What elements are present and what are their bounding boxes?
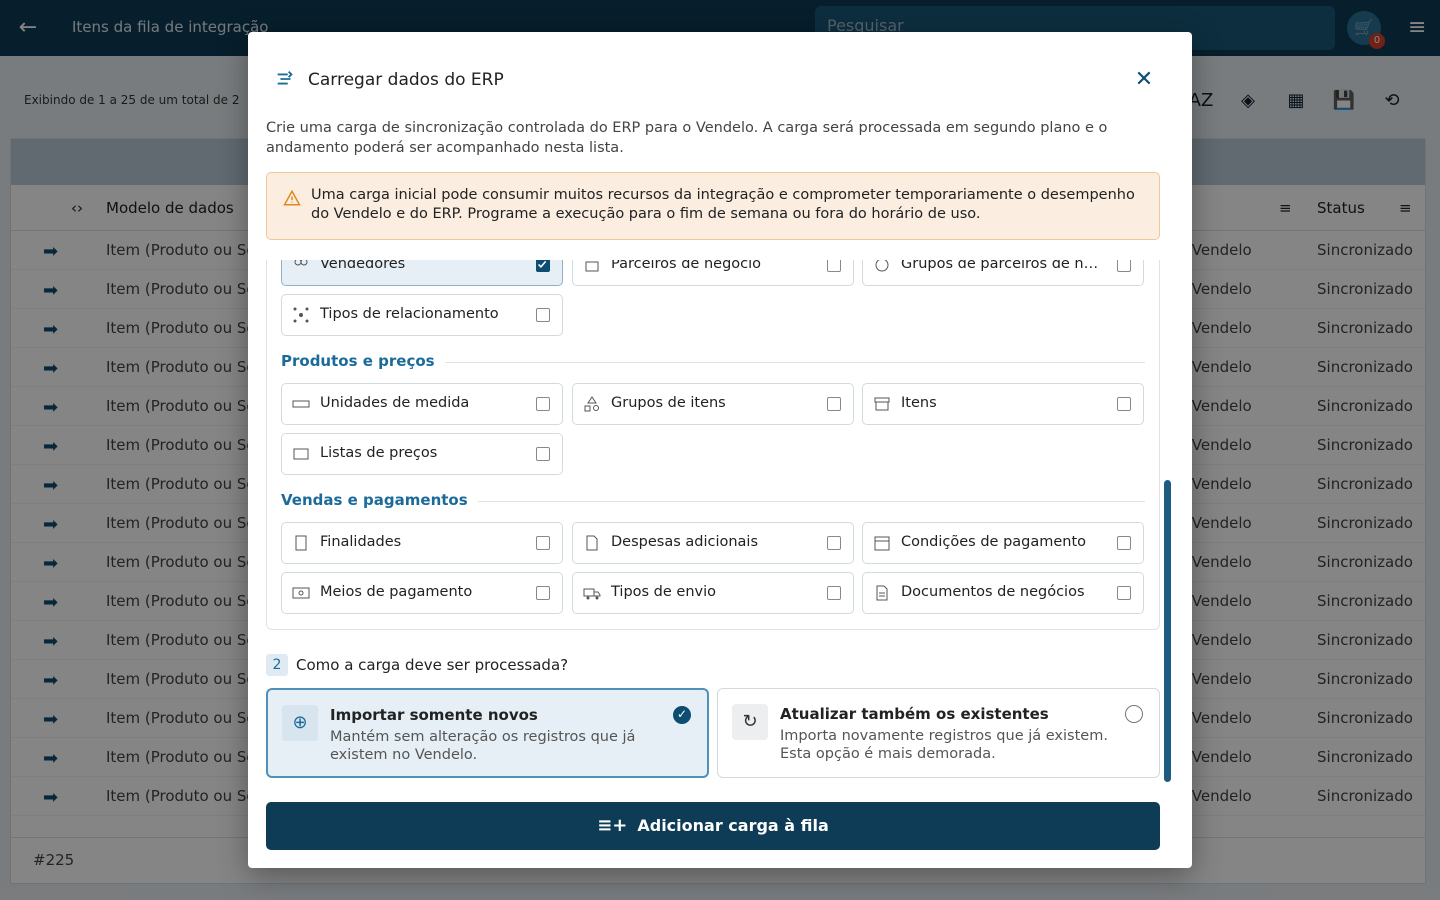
checkbox[interactable]: [1117, 586, 1131, 600]
checkbox[interactable]: [1117, 260, 1131, 272]
checkbox[interactable]: [1117, 397, 1131, 411]
option-label: Vendedores: [320, 260, 406, 272]
mode-description: Mantém sem alteração os registros que já…: [330, 729, 636, 763]
model-selection-panel: Vendedores Parceiros de negócio Grupos d…: [266, 260, 1160, 630]
option-parceiros[interactable]: Parceiros de negócio: [572, 260, 854, 286]
document-icon: [873, 584, 891, 602]
option-label: Despesas adicionais: [611, 534, 759, 550]
checkbox[interactable]: [827, 397, 841, 411]
radio-unselected[interactable]: [1125, 705, 1143, 723]
add-button-label: Adicionar carga à fila: [637, 816, 829, 835]
option-finalidades[interactable]: Finalidades: [281, 522, 563, 564]
checkbox[interactable]: [536, 308, 550, 322]
option-label: Meios de pagamento: [320, 584, 473, 600]
dialog-title: Carregar dados do ERP: [308, 70, 504, 90]
archive-icon: [873, 395, 891, 413]
mode-title: Atualizar também os existentes: [780, 705, 1049, 723]
add-to-queue-button[interactable]: ≡+ Adicionar carga à fila: [266, 802, 1160, 850]
option-label: Tipos de envio: [611, 584, 717, 600]
refresh-icon: ↻: [732, 704, 768, 740]
invoice-icon: [583, 534, 601, 552]
option-unidades-medida[interactable]: Unidades de medida: [281, 383, 563, 425]
load-erp-dialog: Carregar dados do ERP ✕ Crie uma carga d…: [248, 32, 1192, 868]
checkbox[interactable]: [536, 397, 550, 411]
section-title-products: Produtos e preços: [281, 352, 445, 370]
receipt-icon: [292, 534, 310, 552]
warning-icon: [283, 189, 301, 206]
checkbox[interactable]: [1117, 536, 1131, 550]
playlist-add-icon: ≡+: [597, 815, 628, 836]
checkbox[interactable]: [536, 586, 550, 600]
group-icon: [873, 260, 891, 274]
shapes-icon: [583, 395, 601, 413]
option-itens[interactable]: Itens: [862, 383, 1144, 425]
checkbox[interactable]: [536, 447, 550, 461]
option-despesas-adicionais[interactable]: Despesas adicionais: [572, 522, 854, 564]
option-condicoes-pagamento[interactable]: Condições de pagamento: [862, 522, 1144, 564]
option-label: Unidades de medida: [320, 395, 470, 411]
option-tipos-relacionamento[interactable]: Tipos de relacionamento: [281, 294, 563, 336]
radio-selected[interactable]: ✓: [673, 706, 691, 724]
close-icon[interactable]: ✕: [1132, 68, 1156, 92]
mode-description: Importa novamente registros que já exist…: [780, 728, 1108, 762]
option-tipos-envio[interactable]: Tipos de envio: [572, 572, 854, 614]
option-label: Grupos de itens: [611, 395, 726, 411]
checkbox[interactable]: [536, 260, 550, 272]
option-grupos-parceiros[interactable]: Grupos de parceiros de ne...: [862, 260, 1144, 286]
option-label: Grupos de parceiros de ne...: [901, 260, 1101, 272]
option-label: Itens: [901, 395, 937, 411]
calendar-icon: [873, 534, 891, 552]
sync-load-icon: [277, 71, 293, 85]
option-label: Finalidades: [320, 534, 402, 550]
mode-import-new[interactable]: ⊕ Importar somente novos Mantém sem alte…: [266, 688, 709, 778]
plus-circle-icon: ⊕: [282, 705, 318, 741]
checkbox[interactable]: [536, 536, 550, 550]
checkbox[interactable]: [827, 586, 841, 600]
users-icon: [292, 260, 310, 274]
checkbox[interactable]: [827, 536, 841, 550]
checkbox[interactable]: [827, 260, 841, 272]
option-grupos-itens[interactable]: Grupos de itens: [572, 383, 854, 425]
option-listas-precos[interactable]: Listas de preços: [281, 433, 563, 475]
option-vendedores[interactable]: Vendedores: [281, 260, 563, 286]
price-tag-icon: [292, 445, 310, 463]
dialog-description: Crie uma carga de sincronização controla…: [266, 120, 1108, 156]
warning-box: Uma carga inicial pode consumir muitos r…: [266, 172, 1160, 240]
truck-icon: [583, 584, 601, 602]
scrollbar[interactable]: [1164, 480, 1171, 782]
warning-text: Uma carga inicial pode consumir muitos r…: [311, 187, 1135, 222]
option-label: Listas de preços: [320, 445, 438, 461]
network-icon: [292, 306, 310, 324]
store-icon: [583, 260, 601, 274]
mode-update-existing[interactable]: ↻ Atualizar também os existentes Importa…: [717, 688, 1160, 778]
option-label: Condições de pagamento: [901, 534, 1087, 550]
option-documentos-negocios[interactable]: Documentos de negócios: [862, 572, 1144, 614]
section-title-sales: Vendas e pagamentos: [281, 491, 478, 509]
option-meios-pagamento[interactable]: Meios de pagamento: [281, 572, 563, 614]
option-label: Parceiros de negócio: [611, 260, 762, 272]
step-number: 2: [266, 654, 288, 676]
mode-title: Importar somente novos: [330, 706, 538, 724]
option-label: Tipos de relacionamento: [320, 306, 499, 322]
step-question: Como a carga deve ser processada?: [296, 656, 569, 674]
option-label: Documentos de negócios: [901, 584, 1085, 600]
ruler-icon: [292, 395, 310, 413]
cash-icon: [292, 584, 310, 602]
